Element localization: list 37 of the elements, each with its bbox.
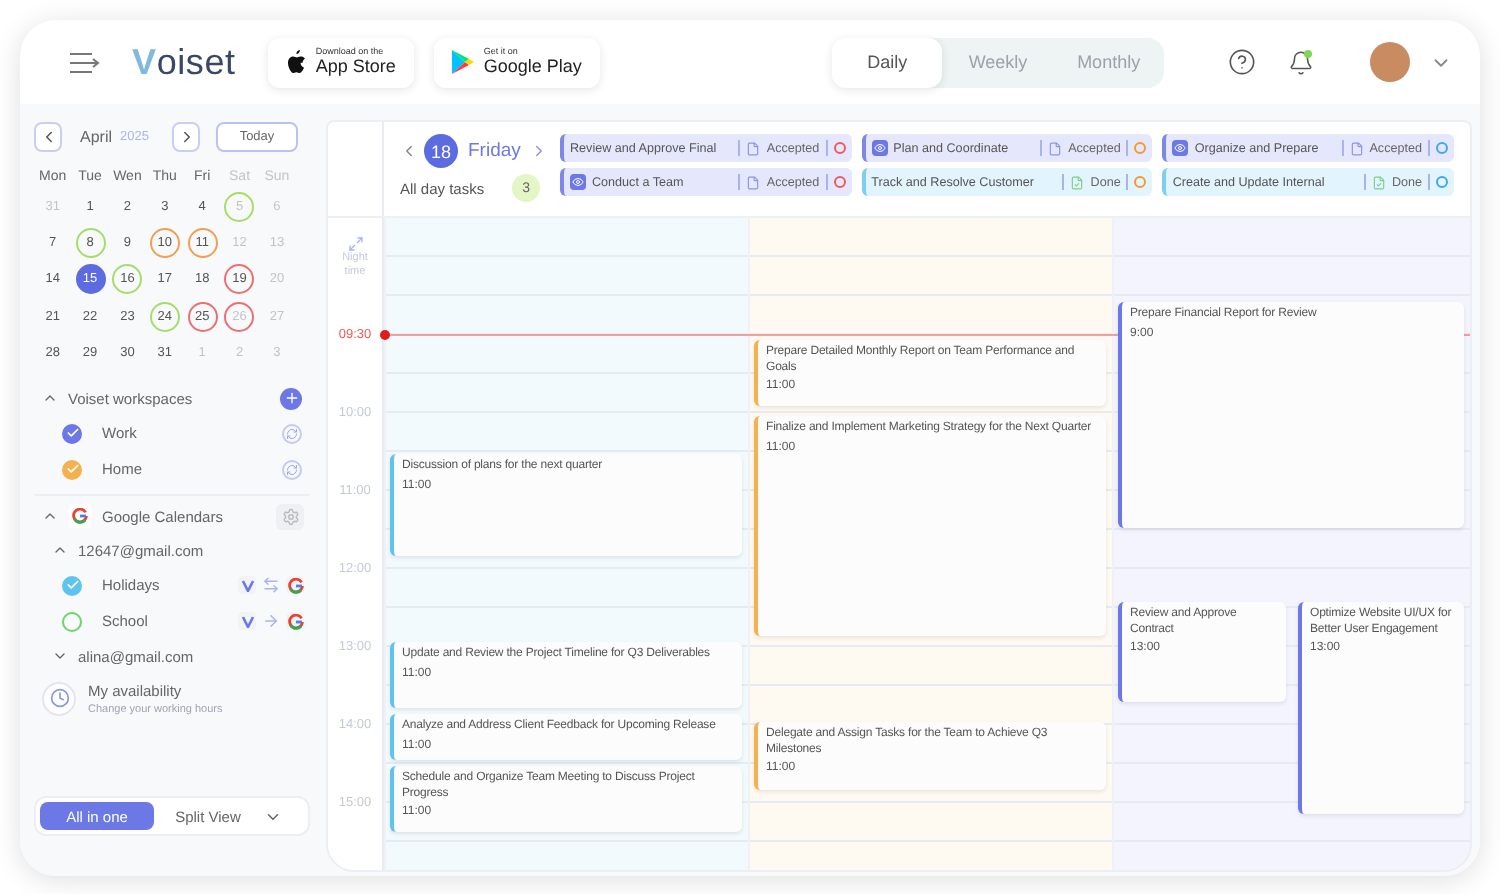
next-month-button[interactable]: [172, 121, 201, 151]
google-icon: [72, 508, 88, 525]
google-icon: [287, 613, 303, 630]
clock-icon[interactable]: [42, 681, 76, 716]
view-tab[interactable]: Daily: [832, 37, 943, 87]
bell-icon[interactable]: [1288, 49, 1314, 75]
menu-icon[interactable]: [68, 51, 100, 73]
document-icon: [1048, 141, 1063, 155]
expand-icon[interactable]: [347, 235, 363, 252]
settings-button[interactable]: [276, 503, 304, 530]
voiset-logo: Voiset: [132, 41, 236, 83]
day-name: Friday: [468, 140, 521, 162]
document-check-icon: [1371, 175, 1386, 189]
sync-icon[interactable]: [282, 423, 302, 444]
previous-month-button[interactable]: [34, 121, 62, 151]
document-icon: [746, 141, 761, 155]
checkbox[interactable]: [62, 611, 82, 632]
avatar[interactable]: [1370, 42, 1410, 82]
checkbox[interactable]: [62, 459, 82, 480]
play-store-icon: [451, 50, 474, 74]
checkbox[interactable]: [62, 575, 82, 596]
month-label: April: [80, 127, 113, 145]
document-icon: [746, 175, 761, 189]
sync-icon[interactable]: [282, 459, 302, 480]
v-logo-icon: [241, 615, 253, 628]
google-icon: [287, 577, 303, 594]
add-button[interactable]: [280, 387, 302, 410]
day-number: 18: [424, 134, 458, 168]
badge-store-name: Google Play: [483, 57, 582, 76]
v-logo-icon: [241, 579, 253, 592]
badge-store-name: App Store: [315, 57, 396, 76]
apple-logo-icon: [285, 50, 306, 74]
document-check-icon: [1070, 175, 1085, 189]
previous-day-icon[interactable]: [400, 142, 418, 160]
checkbox[interactable]: [62, 423, 82, 444]
document-icon: [1349, 141, 1364, 155]
help-icon[interactable]: [1228, 48, 1256, 76]
